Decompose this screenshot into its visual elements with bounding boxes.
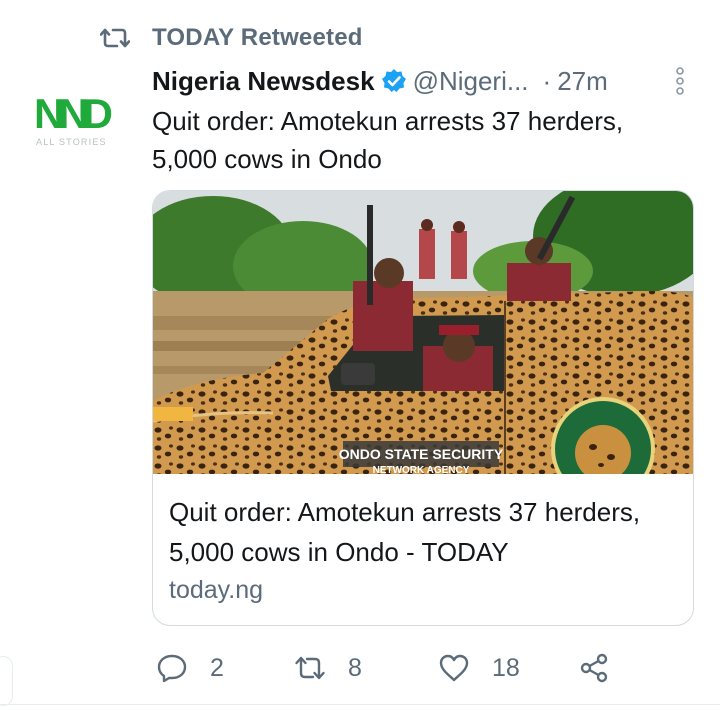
retweet-button[interactable]: 8 bbox=[294, 648, 362, 688]
card-title: Quit order: Amotekun arrests 37 herders,… bbox=[169, 497, 641, 567]
retweet-label: TODAY Retweeted bbox=[152, 24, 363, 51]
card-body: Quit order: Amotekun arrests 37 herders,… bbox=[169, 492, 677, 605]
retweet-action-icon bbox=[295, 656, 325, 680]
author-name[interactable]: Nigeria Newsdesk bbox=[152, 66, 375, 97]
avatar-logo: NND bbox=[34, 90, 113, 137]
more-options-icon[interactable] bbox=[674, 66, 686, 96]
like-button[interactable]: 18 bbox=[438, 648, 520, 688]
author-handle[interactable]: @Nigeri... bbox=[413, 66, 529, 97]
reply-icon bbox=[157, 654, 187, 683]
heart-icon bbox=[439, 654, 469, 682]
divider bbox=[0, 704, 720, 705]
tweet-text: Quit order: Amotekun arrests 37 herders,… bbox=[152, 106, 624, 174]
door-label: ONDO STATE SECURITY bbox=[339, 446, 504, 462]
retweet-count: 8 bbox=[348, 653, 362, 682]
door-label-secondary: NETWORK AGENCY bbox=[373, 465, 470, 474]
news-photo: ONDO STATE SECURITY NETWORK AGENCY bbox=[153, 191, 693, 474]
avatar-logo-subtitle: ALL STORIES bbox=[36, 137, 107, 147]
card-domain: today.ng bbox=[169, 576, 264, 604]
reply-count: 2 bbox=[210, 653, 224, 682]
retweet-icon bbox=[100, 28, 130, 48]
link-card[interactable]: ONDO STATE SECURITY NETWORK AGENCY Quit … bbox=[152, 190, 694, 626]
share-icon bbox=[580, 653, 608, 683]
verified-badge-icon bbox=[381, 69, 406, 92]
tweet-actions: 2 8 18 bbox=[152, 648, 672, 688]
retweet-context[interactable]: TODAY Retweeted bbox=[100, 22, 363, 54]
header-separator: · bbox=[542, 65, 552, 96]
adjacent-element-edge bbox=[0, 656, 13, 706]
share-button[interactable] bbox=[578, 648, 632, 688]
reply-button[interactable]: 2 bbox=[156, 648, 224, 688]
card-image[interactable]: ONDO STATE SECURITY NETWORK AGENCY bbox=[153, 191, 693, 474]
like-count: 18 bbox=[492, 653, 520, 682]
tweet-header: Nigeria Newsdesk @Nigeri... · 27m bbox=[152, 62, 692, 100]
avatar[interactable]: NND ALL STORIES bbox=[34, 93, 126, 153]
tweet-timestamp[interactable]: 27m bbox=[557, 66, 608, 97]
